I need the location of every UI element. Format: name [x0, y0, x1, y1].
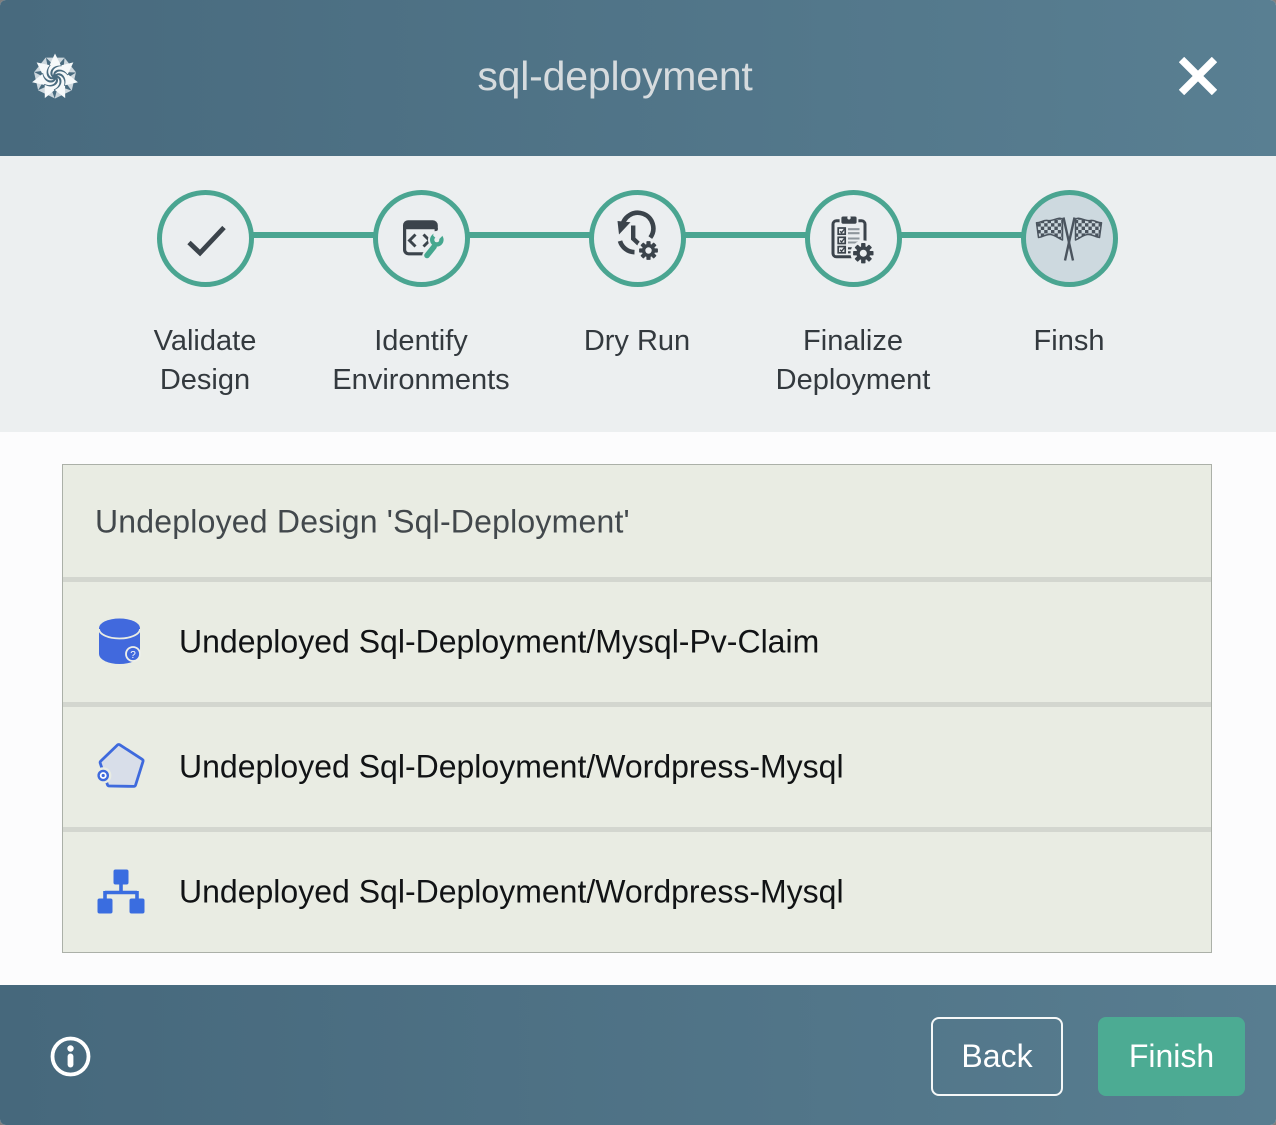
svg-text:?: ? — [130, 650, 136, 661]
